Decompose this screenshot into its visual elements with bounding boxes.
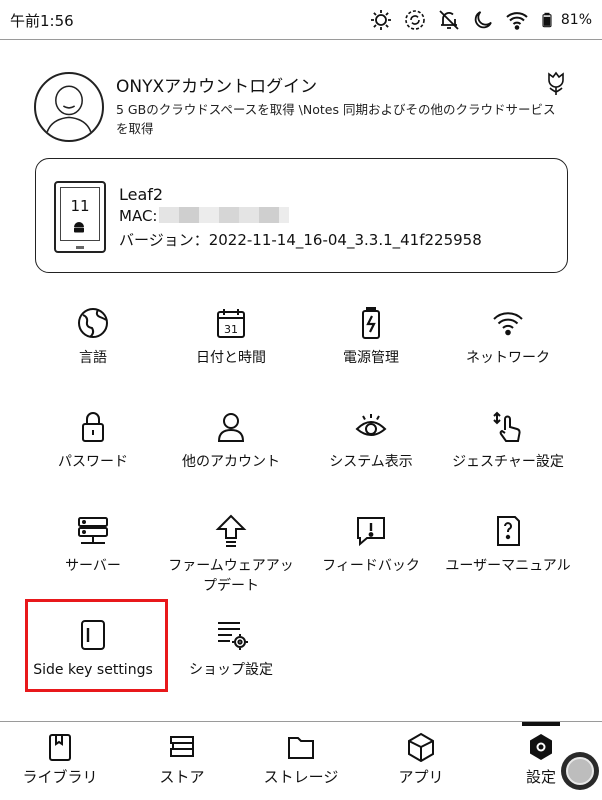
account-login-title[interactable]: ONYXアカウントログイン <box>116 72 317 97</box>
settings-icon <box>530 734 552 760</box>
highlight-box <box>25 599 168 692</box>
lock-icon <box>82 412 104 442</box>
device-name: Leaf2 <box>119 185 164 204</box>
server-icon <box>78 517 108 544</box>
mac-address-redacted <box>159 207 289 223</box>
refresh-icon[interactable] <box>403 8 427 32</box>
svg-text:31: 31 <box>224 323 238 336</box>
device-version: バージョン：2022-11-14_16-04_3.3.1_41f225958 <box>119 231 482 249</box>
setting-label: ジェスチャー設定 <box>452 454 564 470</box>
setting-label: サーバー <box>65 558 121 574</box>
setting-user-manual[interactable]: ユーザーマニュアル <box>433 514 583 576</box>
setting-label: ユーザーマニュアル <box>445 558 571 574</box>
setting-label: ネットワーク <box>466 350 550 366</box>
setting-feedback[interactable]: フィードバック <box>296 514 446 576</box>
device-screen-number: 11 <box>70 197 90 215</box>
battery-icon <box>542 12 552 28</box>
setting-label: 他のアカウント <box>182 454 280 470</box>
upload-arrow-icon <box>215 514 247 547</box>
store-icon <box>170 736 194 757</box>
setting-server[interactable]: サーバー <box>18 514 168 576</box>
setting-label: ファームウェアアップデート <box>168 558 294 594</box>
device-image: 11 <box>54 181 106 253</box>
bottom-nav-divider <box>0 721 602 722</box>
status-icons: 81% <box>369 6 592 34</box>
wifi-icon <box>493 312 523 336</box>
wifi-icon[interactable] <box>505 8 529 32</box>
nav-storage[interactable]: ストレージ <box>251 732 351 787</box>
account-description: 5 GBのクラウドスペースを取得 \Notes 同期およびその他のクラウドサービ… <box>116 102 556 136</box>
setting-label: システム表示 <box>329 454 413 470</box>
folder-icon <box>288 737 314 759</box>
setting-system-display[interactable]: システム表示 <box>296 410 446 472</box>
setting-gestures[interactable]: ジェスチャー設定 <box>433 410 583 472</box>
tulip-icon[interactable] <box>544 70 568 96</box>
bell-off-icon[interactable] <box>437 8 461 32</box>
device-info-card[interactable]: 11 Leaf2 MAC: バージョン：2022-11-14_16-04_3.3… <box>35 158 568 273</box>
battery-charge-icon <box>362 307 380 339</box>
status-bar: 午前1:56 81% <box>0 0 602 40</box>
nav-label: ストレージ <box>263 768 339 786</box>
setting-date-time[interactable]: 31 日付と時間 <box>156 306 306 368</box>
setting-label: パスワード <box>58 454 128 470</box>
setting-label: 言語 <box>79 350 107 366</box>
apps-icon <box>408 732 434 762</box>
device-mac-label: MAC: <box>119 207 158 225</box>
setting-password[interactable]: パスワード <box>18 410 168 472</box>
nav-store[interactable]: ストア <box>132 732 232 787</box>
nav-label: ストア <box>159 768 205 786</box>
nav-label: アプリ <box>398 768 444 786</box>
moon-icon[interactable] <box>471 8 495 32</box>
calendar-icon: 31 <box>217 309 245 338</box>
battery-percent: 81% <box>560 12 592 28</box>
setting-network[interactable]: ネットワーク <box>433 306 583 368</box>
manual-icon <box>497 516 520 546</box>
user-icon <box>217 413 245 442</box>
setting-label: ショップ設定 <box>189 662 273 678</box>
gesture-hand-icon <box>493 411 521 442</box>
eye-icon <box>355 414 387 436</box>
globe-icon <box>78 308 108 338</box>
setting-language[interactable]: 言語 <box>18 306 168 368</box>
brightness-icon[interactable] <box>369 8 393 32</box>
setting-power[interactable]: 電源管理 <box>296 306 446 368</box>
active-tab-indicator <box>522 722 560 726</box>
clock: 午前1:56 <box>10 12 74 30</box>
nav-label: ライブラリ <box>22 768 98 786</box>
feedback-icon <box>357 517 385 547</box>
account-section[interactable]: ONYXアカウントログイン 5 GBのクラウドスペースを取得 \Notes 同期… <box>34 68 574 148</box>
floating-navigation-ball[interactable] <box>561 752 599 790</box>
library-icon <box>49 734 71 761</box>
android-icon <box>74 222 84 233</box>
setting-label: 電源管理 <box>343 350 399 366</box>
avatar[interactable] <box>34 72 104 142</box>
setting-label: フィードバック <box>322 558 420 574</box>
setting-other-accounts[interactable]: 他のアカウント <box>156 410 306 472</box>
shop-settings-icon <box>218 622 248 650</box>
setting-firmware-update[interactable]: ファームウェアアップデート <box>156 514 306 596</box>
setting-label: 日付と時間 <box>196 350 266 366</box>
setting-shop[interactable]: ショップ設定 <box>156 618 306 680</box>
nav-apps[interactable]: アプリ <box>371 732 471 787</box>
nav-library[interactable]: ライブラリ <box>10 732 110 787</box>
